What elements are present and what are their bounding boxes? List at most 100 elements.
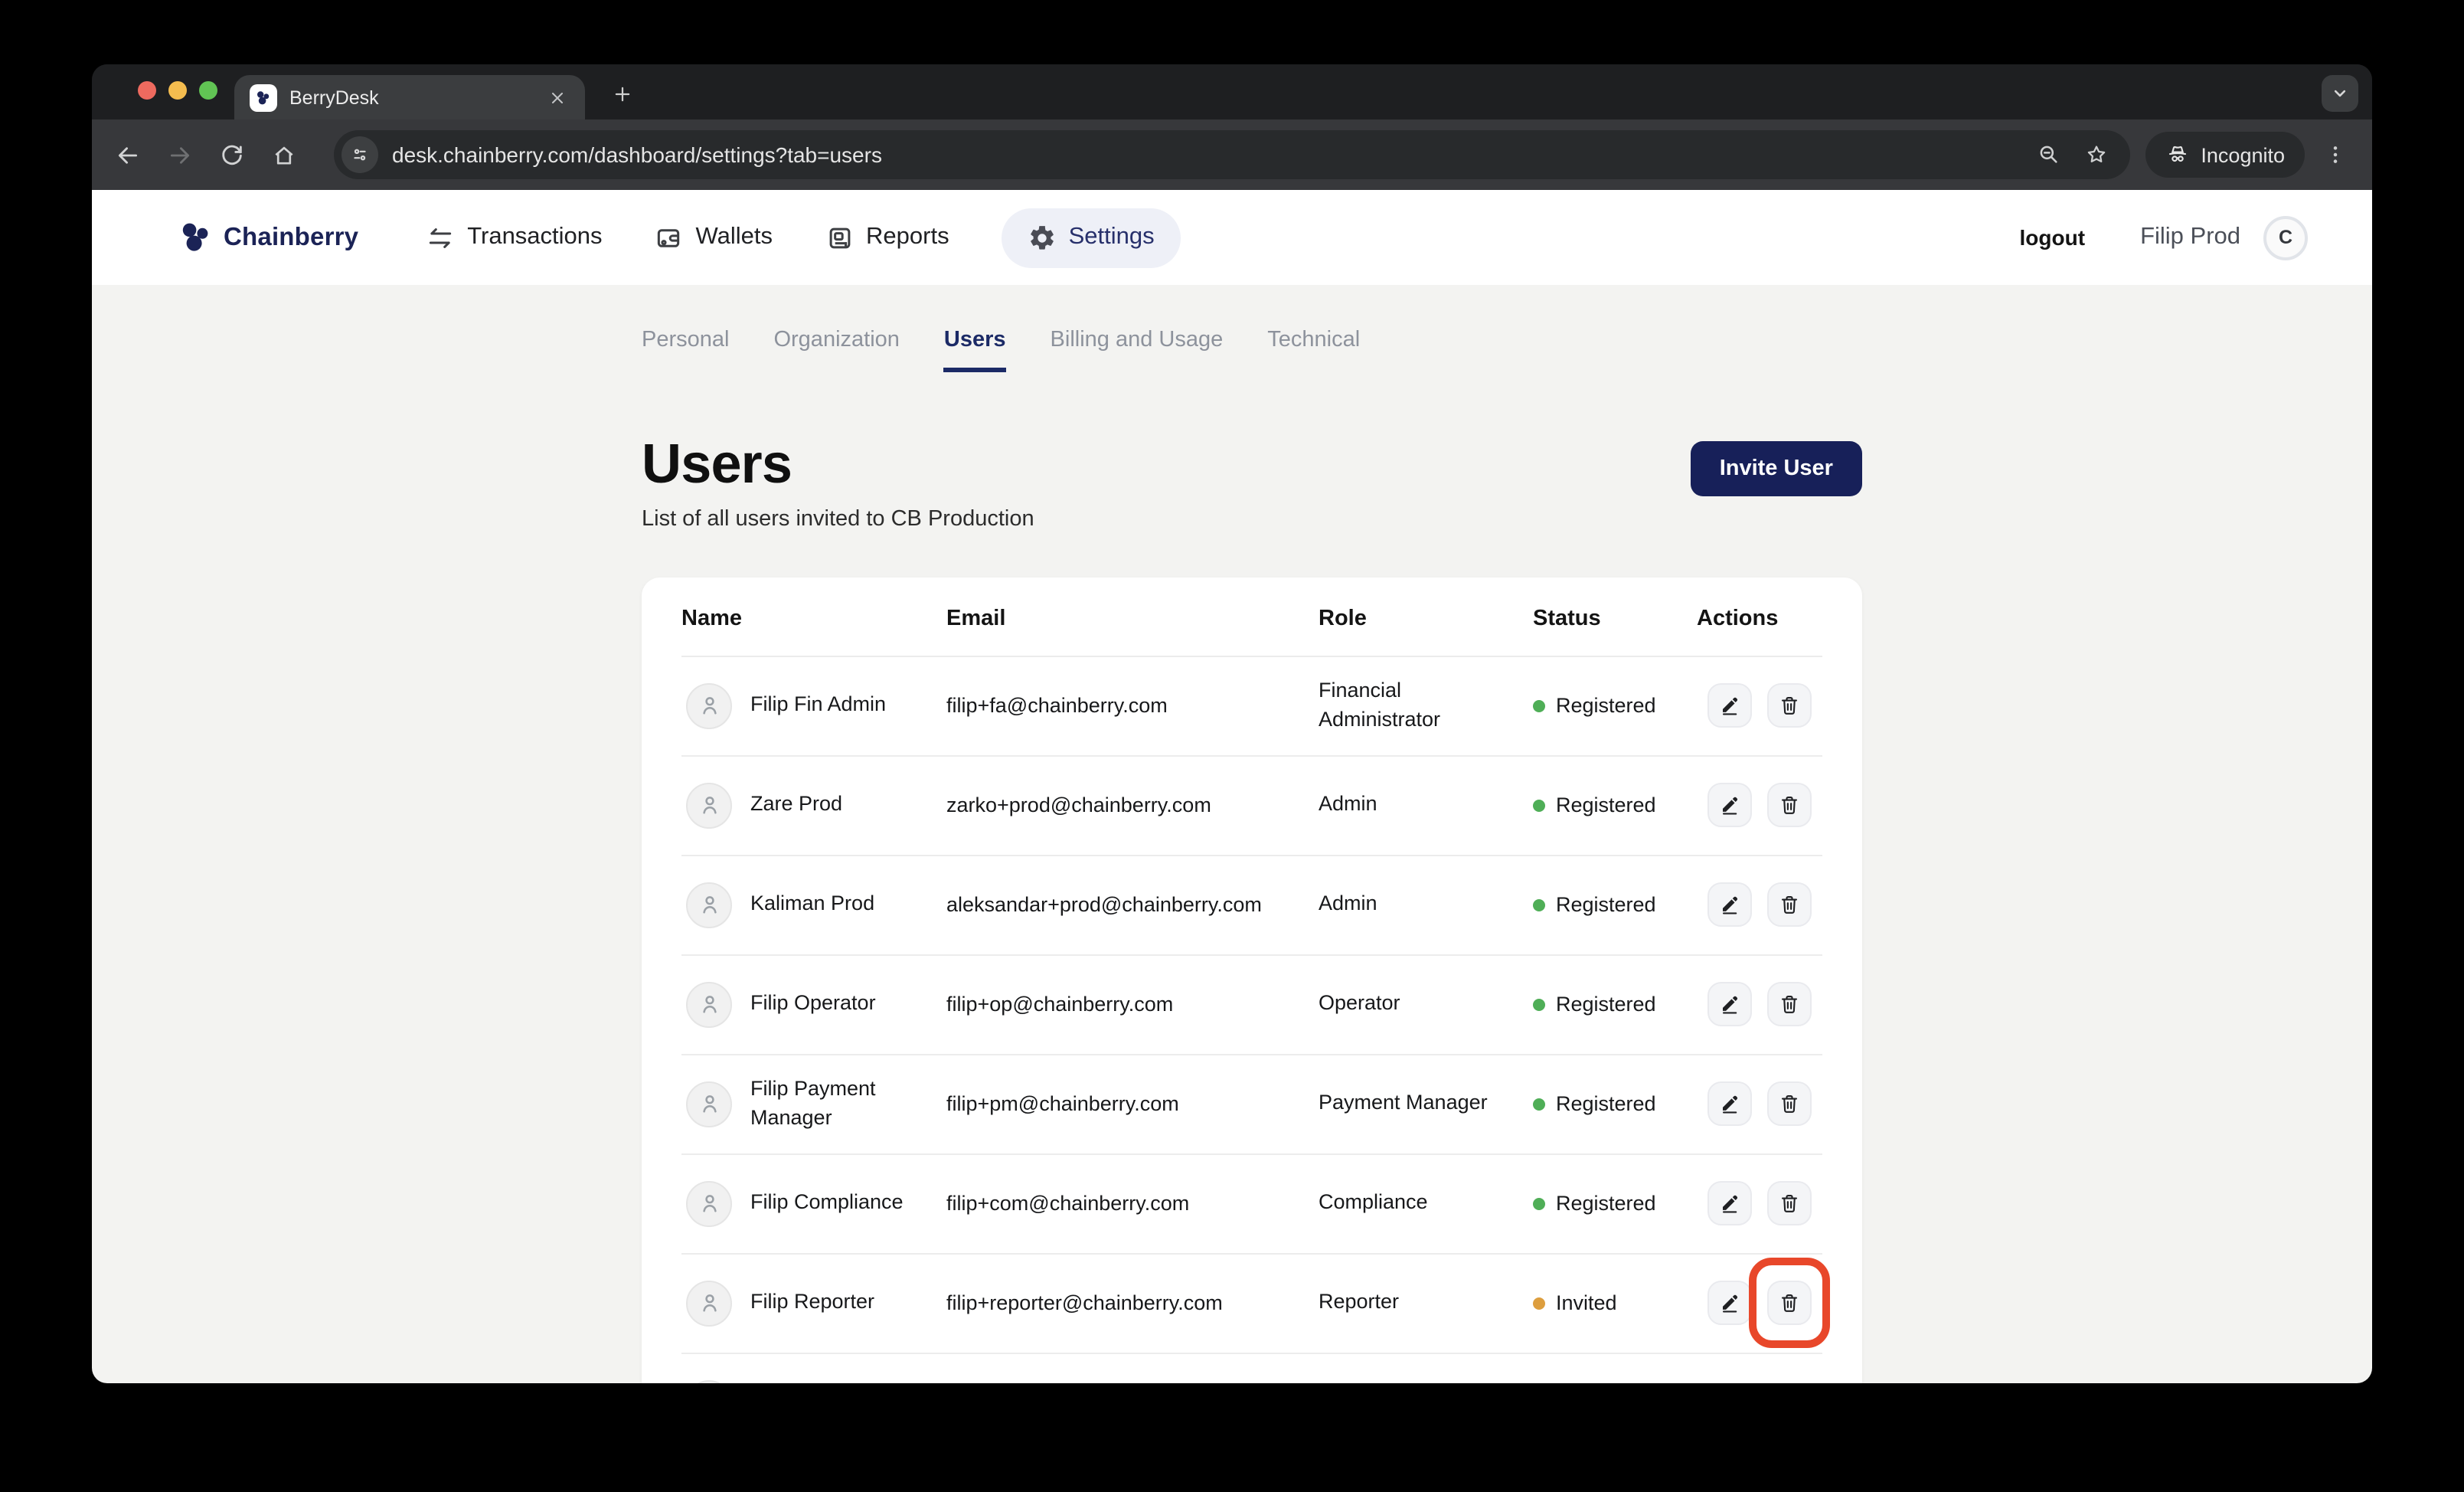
row-actions	[1707, 1081, 1822, 1126]
row-actions	[1707, 1281, 1822, 1325]
edit-user-button[interactable]	[1707, 683, 1752, 728]
user-email-cell: filip+fa@chainberry.com	[946, 694, 1319, 717]
bookmark-star-icon[interactable]	[2081, 139, 2112, 170]
home-icon[interactable]	[262, 133, 305, 176]
address-bar[interactable]: desk.chainberry.com/dashboard/settings?t…	[334, 130, 2130, 179]
url-text[interactable]: desk.chainberry.com/dashboard/settings?t…	[392, 142, 2017, 167]
main-nav: Transactions Wallets Reports Settings	[426, 208, 1180, 267]
delete-user-button[interactable]	[1767, 783, 1812, 827]
site-settings-icon[interactable]	[341, 136, 378, 173]
edit-user-button[interactable]	[1707, 1181, 1752, 1225]
trash-icon	[1778, 1092, 1801, 1115]
settings-tab[interactable]: Users	[944, 328, 1006, 372]
row-actions	[1707, 683, 1822, 728]
row-actions	[1707, 982, 1822, 1026]
user-email-cell: filip+pm@chainberry.com	[946, 1092, 1319, 1115]
incognito-spy-icon	[2165, 142, 2190, 167]
settings-tab[interactable]: Billing and Usage	[1051, 328, 1224, 372]
zoom-window-button[interactable]	[199, 81, 217, 100]
trash-icon	[1778, 694, 1801, 717]
user-email-cell: filip+com@chainberry.com	[946, 1192, 1319, 1215]
close-window-button[interactable]	[138, 81, 156, 100]
minimize-window-button[interactable]	[168, 81, 187, 100]
nav-item-transactions[interactable]: Transactions	[426, 223, 602, 252]
users-table: Name Email Role Status Actions	[642, 577, 1862, 1383]
status-badge: Registered	[1533, 993, 1697, 1016]
page-title: Users	[642, 434, 1034, 494]
chainberry-logo[interactable]: Chainberry	[178, 219, 358, 256]
table-row: Filip Payment Manager filip+pm@chainberr…	[681, 1055, 1822, 1154]
delete-user-button[interactable]	[1767, 1081, 1812, 1126]
delete-user-button[interactable]	[1767, 683, 1812, 728]
edit-user-button[interactable]	[1707, 1081, 1752, 1126]
table-row: Filip Fin Admin filip+fa@chainberry.com …	[681, 656, 1822, 756]
user-role-cell: Payment Manager	[1319, 1089, 1533, 1118]
back-icon[interactable]	[106, 133, 149, 176]
pencil-icon	[1718, 1092, 1741, 1115]
settings-tab[interactable]: Personal	[642, 328, 729, 372]
user-email-cell: filip+reporter@chainberry.com	[946, 1291, 1319, 1314]
delete-user-button[interactable]	[1767, 882, 1812, 927]
app-header: Chainberry Transactions Wallets Reports	[92, 190, 2372, 285]
user-name[interactable]: Filip Prod	[2140, 224, 2240, 251]
browser-menu-icon[interactable]	[2317, 136, 2354, 173]
user-name-cell: Filip Operator	[750, 990, 876, 1018]
status-dot	[1533, 799, 1545, 811]
user-name-cell: Filip Reporter	[750, 1289, 874, 1317]
tab-title: BerryDesk	[289, 87, 379, 108]
settings-content: Personal Organization Users Billing and …	[92, 285, 2372, 1383]
forward-icon[interactable]	[158, 133, 201, 176]
page-head: Users List of all users invited to CB Pr…	[642, 434, 1862, 531]
user-avatar-placeholder-icon	[686, 1280, 732, 1326]
pencil-icon	[1718, 893, 1741, 916]
settings-tab[interactable]: Organization	[773, 328, 899, 372]
pencil-icon	[1718, 993, 1741, 1016]
user-role-cell: Operator	[1319, 990, 1533, 1019]
browser-window: BerryDesk	[92, 64, 2372, 1383]
delete-user-button[interactable]	[1767, 1281, 1812, 1325]
tab-close-icon[interactable]	[545, 85, 570, 110]
column-header-role: Role	[1319, 607, 1533, 631]
new-tab-button[interactable]	[606, 78, 637, 109]
user-name-cell: Zare Prod	[750, 791, 842, 819]
edit-user-button[interactable]	[1707, 1281, 1752, 1325]
status-label: Registered	[1556, 893, 1656, 916]
table-row: Filip Operator filip+op@chainberry.com O…	[681, 955, 1822, 1055]
table-row: Filip Compliance filip+com@chainberry.co…	[681, 1154, 1822, 1254]
reload-icon[interactable]	[210, 133, 253, 176]
pencil-icon	[1718, 694, 1741, 717]
user-avatar[interactable]: C	[2263, 215, 2308, 260]
user-email-cell: zarko+prod@chainberry.com	[946, 793, 1319, 816]
nav-item-settings[interactable]: Settings	[1002, 208, 1181, 267]
incognito-badge: Incognito	[2145, 132, 2305, 178]
row-actions	[1707, 783, 1822, 827]
user-role-cell: Admin	[1319, 790, 1533, 820]
app-page: Chainberry Transactions Wallets Reports	[92, 190, 2372, 1383]
user-avatar-placeholder-icon	[686, 782, 732, 828]
user-name-cell: Kaliman Prod	[750, 891, 874, 918]
column-header-email: Email	[946, 607, 1319, 631]
logout-button[interactable]: logout	[2020, 225, 2086, 250]
edit-user-button[interactable]	[1707, 882, 1752, 927]
trash-icon	[1778, 893, 1801, 916]
invite-user-button[interactable]: Invite User	[1691, 441, 1862, 496]
column-header-status: Status	[1533, 607, 1697, 631]
berry-logo-icon	[178, 219, 214, 256]
tab-search-chevron-icon[interactable]	[2322, 75, 2358, 112]
zoom-out-icon[interactable]	[2034, 139, 2064, 170]
delete-user-button[interactable]	[1767, 982, 1812, 1026]
settings-tabs: Personal Organization Users Billing and …	[642, 328, 1862, 372]
status-badge: Registered	[1533, 694, 1697, 717]
edit-user-button[interactable]	[1707, 982, 1752, 1026]
user-role-cell: Compliance	[1319, 1189, 1533, 1218]
delete-user-button[interactable]	[1767, 1181, 1812, 1225]
nav-item-wallets[interactable]: Wallets	[655, 223, 773, 252]
settings-tab[interactable]: Technical	[1267, 328, 1360, 372]
edit-user-button[interactable]	[1707, 783, 1752, 827]
user-email-cell: aleksandar+prod@chainberry.com	[946, 893, 1319, 916]
user-name-cell: Filip Fin Admin	[750, 692, 886, 719]
wallet-icon	[655, 223, 684, 252]
user-avatar-placeholder-icon	[686, 981, 732, 1027]
browser-tab[interactable]: BerryDesk	[234, 75, 585, 119]
nav-item-reports[interactable]: Reports	[825, 223, 949, 252]
